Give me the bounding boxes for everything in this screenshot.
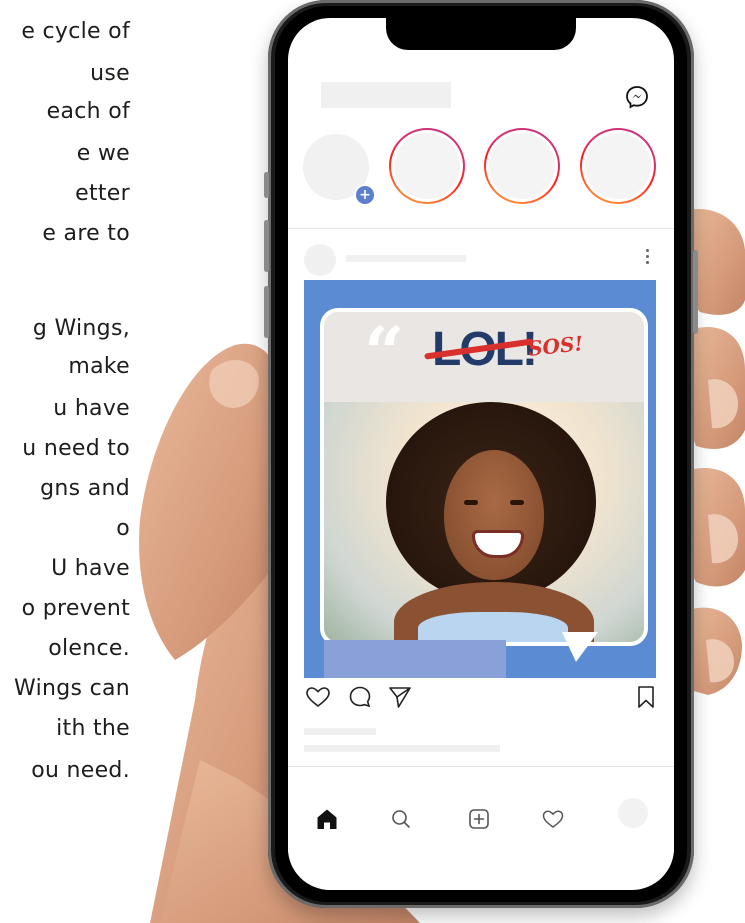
more-options-icon[interactable]	[644, 246, 650, 272]
add-story-icon[interactable]: +	[354, 184, 376, 206]
sos-text: SOS!	[526, 331, 585, 361]
story-avatar[interactable]	[389, 128, 465, 204]
mute-switch	[264, 172, 269, 198]
power-button	[693, 250, 698, 334]
messenger-icon[interactable]	[624, 84, 650, 110]
stories-divider	[288, 228, 674, 229]
activity-heart-icon[interactable]	[540, 806, 566, 832]
smiling-woman-photo	[324, 402, 644, 642]
phone-screen: + “ LOL! SOS	[288, 18, 674, 890]
bookmark-icon[interactable]	[632, 683, 660, 711]
smartphone: + “ LOL! SOS	[264, 0, 698, 908]
post-action-bar	[288, 683, 674, 717]
app-logo-placeholder	[321, 82, 451, 108]
likes-placeholder	[304, 728, 376, 735]
caption-placeholder	[304, 745, 500, 752]
home-icon[interactable]	[314, 806, 340, 832]
add-post-icon[interactable]	[466, 806, 492, 832]
speech-bubble-tail	[562, 632, 598, 662]
story-avatar[interactable]	[484, 128, 560, 204]
speech-bubble-graphic: “ LOL! SOS!	[320, 308, 648, 646]
post-caption-block	[324, 640, 506, 678]
photo-eye	[510, 500, 524, 505]
search-icon[interactable]	[388, 806, 414, 832]
photo-eye	[464, 500, 478, 505]
send-icon[interactable]	[386, 683, 414, 711]
photo-face	[444, 450, 544, 580]
heart-icon[interactable]	[304, 683, 332, 711]
bottom-tab-bar	[288, 768, 674, 868]
volume-up-button	[264, 220, 269, 272]
phone-notch	[386, 18, 576, 50]
post-author-avatar[interactable]	[304, 244, 336, 276]
volume-down-button	[264, 286, 269, 338]
tabbar-divider	[288, 766, 674, 767]
post-author-name-placeholder	[346, 255, 466, 262]
comment-icon[interactable]	[346, 683, 374, 711]
post-image[interactable]: “ LOL! SOS!	[304, 280, 656, 678]
story-avatar[interactable]	[580, 128, 656, 204]
profile-icon[interactable]	[618, 798, 648, 828]
quote-mark: “	[364, 311, 405, 394]
